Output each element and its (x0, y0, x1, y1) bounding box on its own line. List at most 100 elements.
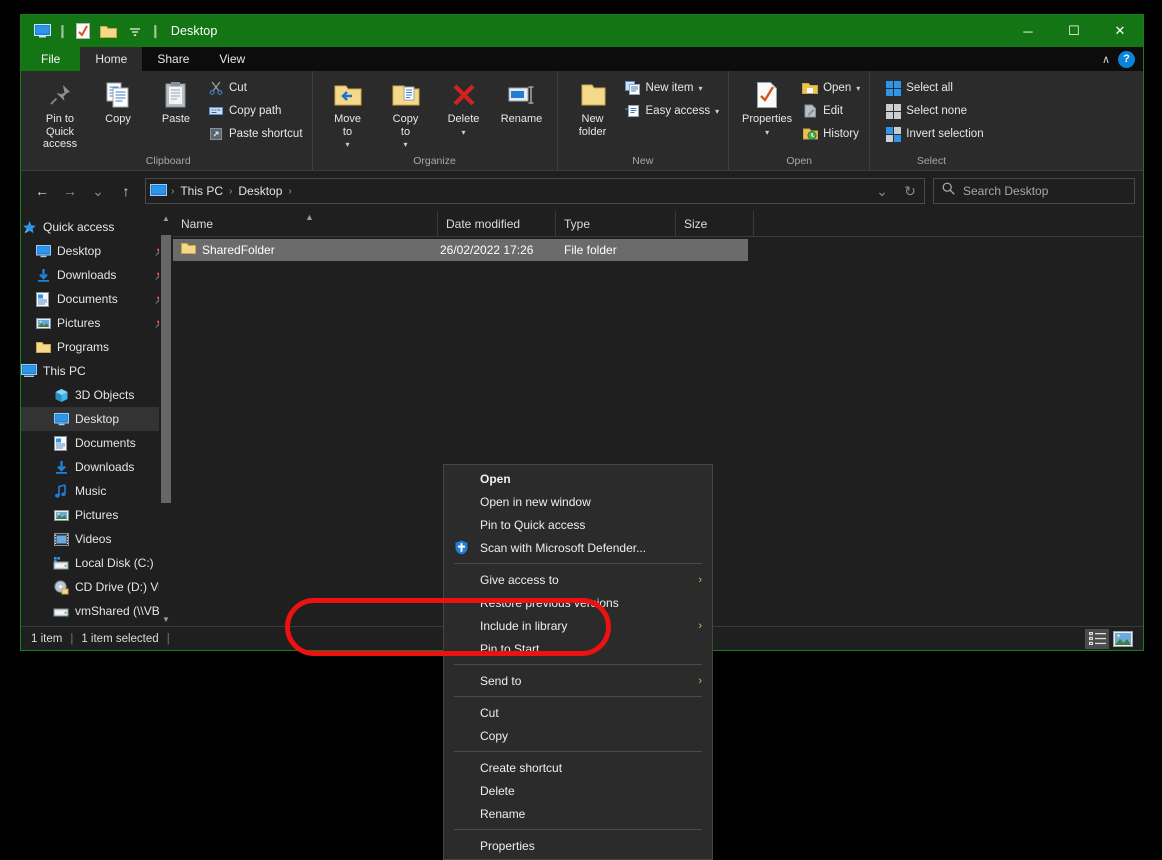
context-menu-item-send-to[interactable]: Send to › (444, 669, 712, 692)
properties-button[interactable]: Properties ▾ (735, 77, 799, 139)
rename-button[interactable]: Rename (493, 77, 551, 128)
chevron-down-icon-4[interactable]: ▾ (698, 84, 702, 93)
sidebar-item-documents-qa[interactable]: Documents 📌 (21, 287, 173, 311)
recent-locations-button[interactable]: ⌄ (85, 178, 111, 204)
new-item-button[interactable]: New item ▾ (622, 78, 723, 98)
sidebar-item-3d-objects[interactable]: 3D Objects (21, 383, 173, 407)
breadcrumb-sep-1: › (227, 186, 234, 197)
sidebar-item-desktop-qa[interactable]: Desktop 📌 (21, 239, 173, 263)
monitor-icon[interactable] (32, 21, 52, 41)
file-name-cell[interactable]: SharedFolder (173, 242, 438, 258)
chevron-down-icon-6[interactable]: ▾ (765, 128, 769, 137)
move-to-button[interactable]: Move to ▾ (319, 77, 377, 151)
context-menu-item-restore-previous-versions[interactable]: Restore previous versions (444, 591, 712, 614)
chevron-down-icon-7[interactable]: ▾ (856, 84, 860, 93)
sidebar-item-programs[interactable]: Programs (21, 335, 173, 359)
open-button[interactable]: Open ▾ (799, 78, 863, 98)
sidebar-item-music[interactable]: Music (21, 479, 173, 503)
delete-button[interactable]: Delete ▾ (435, 77, 493, 139)
scroll-down-icon[interactable]: ▼ (159, 612, 173, 626)
copy-path-button[interactable]: Copy path (205, 101, 306, 121)
breadcrumb[interactable]: › This PC › Desktop › ⌄ ↻ (145, 178, 925, 204)
edit-button[interactable]: Edit (799, 101, 863, 121)
help-icon[interactable]: ? (1118, 51, 1135, 68)
context-menu-item-open-in-new-window[interactable]: Open in new window (444, 490, 712, 513)
scrollbar-thumb[interactable] (161, 235, 171, 503)
maximize-button[interactable]: ☐ (1051, 15, 1097, 47)
chevron-down-icon-5[interactable]: ▾ (715, 107, 719, 116)
context-menu-item-open[interactable]: Open (444, 467, 712, 490)
sidebar-item-quick-access[interactable]: Quick access (21, 215, 173, 239)
tab-home[interactable]: Home (80, 47, 142, 71)
details-view-icon (1089, 631, 1106, 646)
view-buttons (1085, 629, 1143, 649)
select-all-button[interactable]: Select all (882, 78, 986, 98)
sidebar-label-desktop-qa: Desktop (57, 244, 101, 258)
context-menu-item-properties[interactable]: Properties (444, 834, 712, 857)
column-header-type[interactable]: Type (556, 211, 676, 236)
sidebar-item-this-pc[interactable]: This PC (21, 359, 173, 383)
customize-dropdown-icon[interactable] (125, 21, 145, 41)
context-menu-item-rename[interactable]: Rename (444, 802, 712, 825)
column-header-date-modified[interactable]: Date modified (438, 211, 556, 236)
select-none-button[interactable]: Select none (882, 101, 986, 121)
scroll-up-icon[interactable]: ▲ (159, 211, 173, 225)
tab-file[interactable]: File (21, 47, 80, 71)
sidebar-item-pictures[interactable]: Pictures (21, 503, 173, 527)
sidebar-item-vmshared[interactable]: vmShared (\\VB… (21, 599, 173, 623)
sidebar-item-cd-drive-d[interactable]: CD Drive (D:) Vir (21, 575, 173, 599)
search-input[interactable]: Search Desktop (933, 178, 1135, 204)
sidebar-item-documents[interactable]: Documents (21, 431, 173, 455)
context-menu-item-include-in-library[interactable]: Include in library › (444, 614, 712, 637)
new-folder-button[interactable]: New folder (564, 77, 622, 140)
cut-button[interactable]: Cut (205, 78, 306, 98)
history-button[interactable]: History (799, 124, 863, 144)
breadcrumb-item-desktop[interactable]: Desktop (234, 184, 286, 198)
up-button[interactable]: ↑ (113, 178, 139, 204)
context-menu-item-pin-to-quick-access[interactable]: Pin to Quick access (444, 513, 712, 536)
context-menu-item-copy[interactable]: Copy (444, 724, 712, 747)
address-dropdown-button[interactable]: ⌄ (868, 178, 896, 204)
refresh-button[interactable]: ↻ (896, 178, 924, 204)
pin-to-quick-access-button[interactable]: Pin to Quick access (31, 77, 89, 153)
tab-view[interactable]: View (204, 47, 260, 71)
paste-shortcut-button[interactable]: Paste shortcut (205, 124, 306, 144)
blank-icon-slot-7 (452, 641, 470, 657)
sidebar-item-videos[interactable]: Videos (21, 527, 173, 551)
context-menu-item-pin-to-start[interactable]: Pin to Start (444, 637, 712, 660)
sidebar-item-local-disk-c[interactable]: Local Disk (C:) (21, 551, 173, 575)
column-header-name[interactable]: ▲ Name (173, 211, 438, 236)
context-menu-item-delete[interactable]: Delete (444, 779, 712, 802)
back-button[interactable]: ← (29, 178, 55, 204)
scrollbar-track[interactable] (159, 225, 173, 612)
tab-share[interactable]: Share (142, 47, 204, 71)
chevron-down-icon[interactable]: ▾ (346, 140, 350, 149)
table-row[interactable]: SharedFolder 26/02/2022 17:26 File folde… (173, 239, 748, 261)
chevron-down-icon-3[interactable]: ▾ (462, 128, 466, 137)
context-menu-item-scan-with-defender[interactable]: Scan with Microsoft Defender... (444, 536, 712, 559)
collapse-ribbon-icon[interactable]: ∧ (1102, 53, 1110, 66)
context-menu-item-cut[interactable]: Cut (444, 701, 712, 724)
details-view-button[interactable] (1085, 629, 1109, 649)
context-menu-item-create-shortcut[interactable]: Create shortcut (444, 756, 712, 779)
sidebar-item-pictures-qa[interactable]: Pictures 📌 (21, 311, 173, 335)
paste-button[interactable]: Paste (147, 77, 205, 128)
copy-button[interactable]: Copy (89, 77, 147, 128)
chevron-down-icon-2[interactable]: ▾ (404, 140, 408, 149)
minimize-button[interactable]: ─ (1005, 15, 1051, 47)
new-folder-icon[interactable] (99, 21, 119, 41)
column-header-size[interactable]: Size (676, 211, 754, 236)
invert-selection-button[interactable]: Invert selection (882, 124, 986, 144)
large-icons-view-button[interactable] (1111, 629, 1135, 649)
sidebar-item-downloads[interactable]: Downloads (21, 455, 173, 479)
context-menu-item-give-access-to[interactable]: Give access to › (444, 568, 712, 591)
easy-access-button[interactable]: Easy access ▾ (622, 101, 723, 121)
copy-to-button[interactable]: Copy to ▾ (377, 77, 435, 151)
forward-button[interactable]: → (57, 178, 83, 204)
sidebar-item-desktop[interactable]: Desktop (21, 407, 173, 431)
breadcrumb-item-this-pc[interactable]: This PC (176, 184, 227, 198)
close-button[interactable]: ✕ (1097, 15, 1143, 47)
properties-check-icon[interactable] (73, 21, 93, 41)
sidebar-item-downloads-qa[interactable]: Downloads 📌 (21, 263, 173, 287)
navigation-scrollbar[interactable]: ▲ ▼ (159, 211, 173, 626)
